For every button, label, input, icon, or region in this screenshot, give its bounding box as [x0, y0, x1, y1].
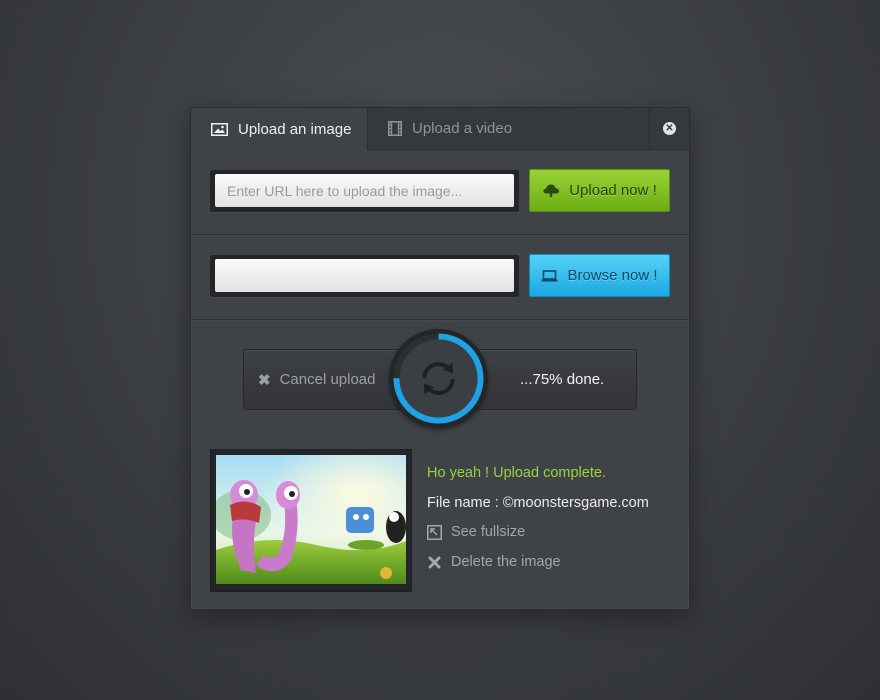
laptop-icon — [541, 269, 558, 282]
file-browse-row: Browse now ! — [191, 235, 689, 320]
file-path-input[interactable] — [215, 259, 514, 292]
delete-icon — [427, 555, 442, 570]
url-upload-row: Upload now ! — [191, 150, 689, 235]
see-fullsize-label: See fullsize — [451, 524, 526, 540]
see-fullsize-link[interactable]: See fullsize — [427, 524, 525, 540]
tab-upload-image[interactable]: Upload an image — [191, 108, 368, 150]
image-icon — [211, 122, 228, 136]
close-button[interactable]: ✕ — [649, 108, 689, 149]
cloud-upload-icon — [542, 183, 560, 198]
browse-now-label: Browse now ! — [567, 267, 658, 284]
tab-upload-video-label: Upload a video — [412, 120, 513, 137]
delete-image-link[interactable]: Delete the image — [427, 554, 561, 570]
browse-now-button[interactable]: Browse now ! — [529, 254, 670, 297]
progress-ring — [389, 329, 488, 428]
upload-dialog: Upload an image Upload a video ✕ Enter U… — [190, 107, 690, 610]
url-input[interactable] — [215, 174, 514, 207]
file-input-frame — [210, 255, 519, 297]
upload-now-button[interactable]: Upload now ! — [529, 169, 670, 212]
delete-image-label: Delete the image — [451, 554, 561, 570]
url-input-frame — [210, 170, 519, 212]
cancel-upload-button[interactable]: ✖ Cancel upload — [258, 350, 375, 409]
tab-upload-image-label: Upload an image — [238, 120, 352, 138]
image-preview — [216, 455, 406, 584]
cancel-icon: ✖ — [258, 371, 271, 389]
upload-success-message: Ho yeah ! Upload complete. — [427, 465, 606, 481]
expand-icon — [427, 524, 442, 540]
tab-upload-video[interactable]: Upload a video — [368, 108, 648, 149]
file-name-text: File name : ©moonstersgame.com — [427, 495, 649, 511]
close-icon: ✕ — [663, 122, 676, 135]
uploaded-image-thumbnail — [210, 449, 412, 592]
tab-bar: Upload an image Upload a video ✕ — [191, 108, 689, 150]
upload-now-label: Upload now ! — [569, 182, 657, 199]
progress-status-text: ...75% done. — [520, 371, 605, 388]
film-icon — [388, 121, 402, 136]
cancel-upload-label: Cancel upload — [279, 371, 376, 388]
